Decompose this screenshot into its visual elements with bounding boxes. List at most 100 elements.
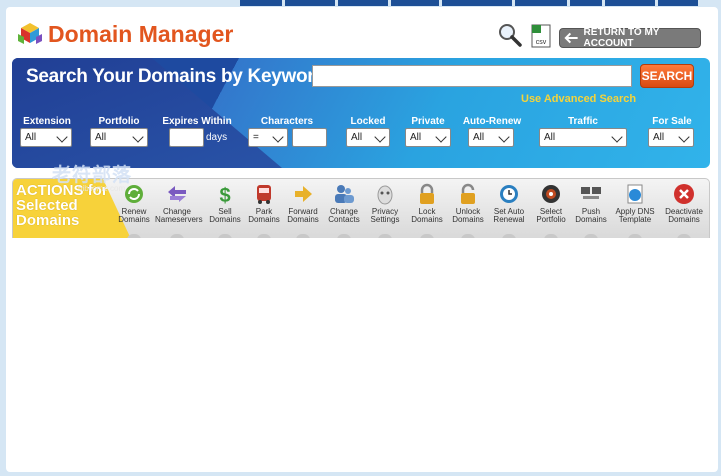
action-label: Forward Domains (287, 207, 319, 224)
expires-input[interactable] (169, 128, 204, 147)
action-icon-reflection (502, 234, 516, 238)
svg-text:$: $ (219, 185, 230, 205)
top-tab[interactable] (240, 0, 282, 6)
chevron-down-icon (132, 131, 144, 143)
for-sale-value: All (653, 132, 665, 143)
dns-template-icon (627, 184, 643, 204)
locked-value: All (351, 132, 363, 143)
action-label: Renew Domains (118, 207, 150, 224)
action-icon-reflection (257, 234, 271, 238)
action-label: Change Contacts (328, 207, 360, 224)
action-icon-reflection (461, 234, 475, 238)
search-icon[interactable] (497, 22, 523, 48)
watermark-text: 老符部落 (52, 165, 133, 186)
action-icon-reflection (677, 234, 691, 238)
chevron-down-icon (498, 131, 510, 143)
extension-select[interactable]: All (20, 128, 72, 147)
top-tab[interactable] (285, 0, 335, 6)
top-tab[interactable] (391, 0, 439, 6)
traffic-select[interactable]: All (539, 128, 627, 147)
action-portfolio[interactable]: Select Portfolio (529, 183, 573, 224)
action-label: Select Portfolio (536, 207, 566, 224)
keyword-search-input[interactable] (312, 65, 632, 87)
chevron-down-icon (56, 131, 68, 143)
action-label: Sell Domains (209, 207, 241, 224)
action-dollar[interactable]: $ Sell Domains (203, 183, 247, 224)
action-icon-reflection (337, 234, 351, 238)
domain-logo-icon (18, 23, 42, 44)
top-tab[interactable] (442, 0, 512, 6)
action-icon-reflection (296, 234, 310, 238)
top-tab[interactable] (658, 0, 698, 6)
search-button[interactable]: SEARCH (640, 64, 694, 88)
action-dns-template[interactable]: Apply DNS Template (613, 183, 657, 224)
lock-icon (420, 183, 434, 204)
action-icon-reflection (218, 234, 232, 238)
unlock-icon (461, 183, 475, 204)
action-icon-reflection (170, 234, 184, 238)
action-label: Unlock Domains (452, 207, 484, 224)
characters-label: Characters (260, 116, 314, 127)
dollar-icon: $ (219, 185, 230, 205)
forward-arrow-icon (295, 186, 312, 202)
auto-renew-value: All (473, 132, 485, 143)
auto-renew-select[interactable]: All (468, 128, 514, 147)
chevron-down-icon (374, 131, 386, 143)
advanced-search-link[interactable]: Use Advanced Search (521, 93, 636, 105)
action-label: Privacy Settings (370, 207, 400, 224)
portfolio-value: All (95, 132, 107, 143)
for-sale-select[interactable]: All (648, 128, 694, 147)
private-select[interactable]: All (405, 128, 451, 147)
action-icon-reflection (378, 234, 392, 238)
action-park[interactable]: Park Domains (242, 183, 286, 224)
characters-operator-select[interactable]: = (248, 128, 288, 147)
action-icon-reflection (584, 234, 598, 238)
action-lock[interactable]: Lock Domains (405, 183, 449, 224)
auto-renew-clock-icon (500, 185, 518, 203)
top-tab[interactable] (338, 0, 388, 6)
characters-input[interactable] (292, 128, 327, 147)
return-to-account-button[interactable]: RETURN TO MY ACCOUNT (559, 27, 701, 49)
action-label: Change Nameservers (155, 207, 203, 224)
traffic-label: Traffic (567, 116, 598, 127)
chevron-down-icon (272, 131, 284, 143)
action-nameservers[interactable]: Change Nameservers (155, 183, 203, 224)
action-label: Park Domains (248, 207, 280, 224)
for-sale-label: For Sale (652, 116, 692, 127)
action-icon-reflection (127, 234, 141, 238)
characters-operator-value: = (253, 132, 259, 143)
private-value: All (410, 132, 422, 143)
expires-label: Expires Within (162, 116, 232, 127)
locked-label: Locked (350, 116, 386, 127)
action-label: Deactivate Domains (665, 207, 703, 224)
action-push[interactable]: Push Domains (569, 183, 613, 224)
csv-export-icon[interactable]: csv (529, 24, 553, 48)
action-icon-reflection (628, 234, 642, 238)
top-tab[interactable] (515, 0, 567, 6)
auto-renew-label: Auto-Renew (462, 116, 522, 127)
portfolio-select[interactable]: All (90, 128, 148, 147)
deactivate-icon (674, 184, 694, 204)
privacy-icon (377, 185, 393, 205)
action-auto-renew-clock[interactable]: Set Auto Renewal (487, 183, 531, 224)
action-label: Lock Domains (411, 207, 443, 224)
action-privacy[interactable]: Privacy Settings (363, 183, 407, 224)
search-panel: Search Your Domains by Keyword SEARCH Us… (12, 58, 710, 168)
csv-label: csv (536, 39, 547, 46)
top-tab[interactable] (605, 0, 655, 6)
locked-select[interactable]: All (346, 128, 390, 147)
action-unlock[interactable]: Unlock Domains (446, 183, 490, 224)
top-nav-tabs (240, 0, 698, 6)
days-label: days (206, 132, 228, 143)
action-contacts[interactable]: Change Contacts (322, 183, 366, 224)
action-label: Push Domains (575, 207, 607, 224)
action-deactivate[interactable]: Deactivate Domains (662, 183, 706, 224)
page-title: Domain Manager (48, 21, 234, 47)
action-forward-arrow[interactable]: Forward Domains (281, 183, 325, 224)
portfolio-icon (542, 185, 560, 203)
top-tab[interactable] (570, 0, 602, 6)
extension-value: All (25, 132, 37, 143)
nameservers-icon (168, 186, 186, 202)
action-label: Set Auto Renewal (493, 207, 525, 224)
chevron-down-icon (611, 131, 623, 143)
